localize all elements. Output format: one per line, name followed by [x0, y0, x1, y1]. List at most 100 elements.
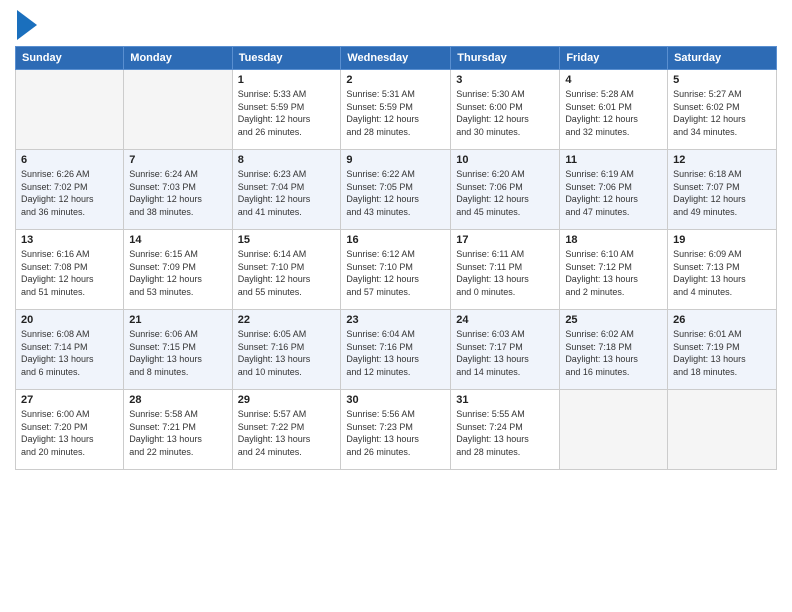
day-detail: Sunrise: 5:55 AM Sunset: 7:24 PM Dayligh…: [456, 408, 554, 458]
day-number: 31: [456, 394, 554, 406]
day-header-wednesday: Wednesday: [341, 47, 451, 70]
calendar-cell: 20 Sunrise: 6:08 AM Sunset: 7:14 PM Dayli…: [16, 310, 124, 390]
calendar-cell: 15Sunrise: 6:14 AM Sunset: 7:10 PM Dayli…: [232, 230, 341, 310]
calendar-cell: 30 Sunrise: 5:56 AM Sunset: 7:23 PM Dayli…: [341, 390, 451, 470]
day-detail: Sunrise: 6:06 AM Sunset: 7:15 PM Dayligh…: [129, 328, 226, 378]
day-number: 13: [21, 234, 118, 246]
day-detail: Sunrise: 5:33 AM Sunset: 5:59 PM Dayligh…: [238, 88, 336, 138]
page: SundayMondayTuesdayWednesdayThursdayFrid…: [0, 0, 792, 612]
day-detail: Sunrise: 6:14 AM Sunset: 7:10 PM Dayligh…: [238, 248, 336, 298]
day-number: 28: [129, 394, 226, 406]
day-detail: Sunrise: 6:16 AM Sunset: 7:08 PM Dayligh…: [21, 248, 118, 298]
day-number: 2: [346, 74, 445, 86]
calendar-cell: 23 Sunrise: 6:04 AM Sunset: 7:16 PM Dayli…: [341, 310, 451, 390]
day-header-monday: Monday: [124, 47, 232, 70]
week-row-2: 6 Sunrise: 6:26 AM Sunset: 7:02 PM Daylig…: [16, 150, 777, 230]
calendar-cell: 10 Sunrise: 6:20 AM Sunset: 7:06 PM Dayli…: [451, 150, 560, 230]
day-detail: Sunrise: 6:01 AM Sunset: 7:19 PM Dayligh…: [673, 328, 771, 378]
calendar-cell: 25Sunrise: 6:02 AM Sunset: 7:18 PM Dayli…: [560, 310, 668, 390]
calendar-cell: 22 Sunrise: 6:05 AM Sunset: 7:16 PM Dayli…: [232, 310, 341, 390]
calendar-cell: 5Sunrise: 5:27 AM Sunset: 6:02 PM Daylig…: [668, 70, 777, 150]
day-detail: Sunrise: 6:00 AM Sunset: 7:20 PM Dayligh…: [21, 408, 118, 458]
day-number: 20: [21, 314, 118, 326]
day-detail: Sunrise: 6:23 AM Sunset: 7:04 PM Dayligh…: [238, 168, 336, 218]
day-number: 6: [21, 154, 118, 166]
week-row-5: 27 Sunrise: 6:00 AM Sunset: 7:20 PM Dayli…: [16, 390, 777, 470]
day-detail: Sunrise: 5:31 AM Sunset: 5:59 PM Dayligh…: [346, 88, 445, 138]
day-detail: Sunrise: 6:09 AM Sunset: 7:13 PM Dayligh…: [673, 248, 771, 298]
calendar-cell: [124, 70, 232, 150]
day-header-friday: Friday: [560, 47, 668, 70]
day-number: 24: [456, 314, 554, 326]
week-row-3: 13 Sunrise: 6:16 AM Sunset: 7:08 PM Dayli…: [16, 230, 777, 310]
day-number: 10: [456, 154, 554, 166]
calendar-cell: 31 Sunrise: 5:55 AM Sunset: 7:24 PM Dayli…: [451, 390, 560, 470]
day-detail: Sunrise: 6:15 AM Sunset: 7:09 PM Dayligh…: [129, 248, 226, 298]
day-number: 27: [21, 394, 118, 406]
day-number: 16: [346, 234, 445, 246]
day-detail: Sunrise: 6:05 AM Sunset: 7:16 PM Dayligh…: [238, 328, 336, 378]
logo-icon: [17, 10, 37, 40]
calendar-cell: 26Sunrise: 6:01 AM Sunset: 7:19 PM Dayli…: [668, 310, 777, 390]
day-number: 14: [129, 234, 226, 246]
calendar-cell: [560, 390, 668, 470]
day-detail: Sunrise: 6:03 AM Sunset: 7:17 PM Dayligh…: [456, 328, 554, 378]
calendar-cell: 14 Sunrise: 6:15 AM Sunset: 7:09 PM Dayli…: [124, 230, 232, 310]
calendar-cell: 21 Sunrise: 6:06 AM Sunset: 7:15 PM Dayli…: [124, 310, 232, 390]
day-number: 23: [346, 314, 445, 326]
day-number: 22: [238, 314, 336, 326]
day-detail: Sunrise: 6:11 AM Sunset: 7:11 PM Dayligh…: [456, 248, 554, 298]
day-detail: Sunrise: 6:18 AM Sunset: 7:07 PM Dayligh…: [673, 168, 771, 218]
day-number: 3: [456, 74, 554, 86]
day-detail: Sunrise: 6:04 AM Sunset: 7:16 PM Dayligh…: [346, 328, 445, 378]
day-header-thursday: Thursday: [451, 47, 560, 70]
day-number: 21: [129, 314, 226, 326]
calendar-cell: 3 Sunrise: 5:30 AM Sunset: 6:00 PM Daylig…: [451, 70, 560, 150]
day-number: 29: [238, 394, 336, 406]
day-header-tuesday: Tuesday: [232, 47, 341, 70]
day-number: 18: [565, 234, 662, 246]
day-detail: Sunrise: 6:26 AM Sunset: 7:02 PM Dayligh…: [21, 168, 118, 218]
day-detail: Sunrise: 6:19 AM Sunset: 7:06 PM Dayligh…: [565, 168, 662, 218]
day-detail: Sunrise: 5:30 AM Sunset: 6:00 PM Dayligh…: [456, 88, 554, 138]
calendar-cell: 12 Sunrise: 6:18 AM Sunset: 7:07 PM Dayli…: [668, 150, 777, 230]
day-detail: Sunrise: 5:28 AM Sunset: 6:01 PM Dayligh…: [565, 88, 662, 138]
day-number: 7: [129, 154, 226, 166]
calendar-cell: 19 Sunrise: 6:09 AM Sunset: 7:13 PM Dayli…: [668, 230, 777, 310]
calendar-cell: 11Sunrise: 6:19 AM Sunset: 7:06 PM Dayli…: [560, 150, 668, 230]
calendar-cell: 24 Sunrise: 6:03 AM Sunset: 7:17 PM Dayli…: [451, 310, 560, 390]
day-number: 19: [673, 234, 771, 246]
calendar-cell: 17 Sunrise: 6:11 AM Sunset: 7:11 PM Dayli…: [451, 230, 560, 310]
logo: [15, 10, 37, 40]
day-number: 17: [456, 234, 554, 246]
day-number: 12: [673, 154, 771, 166]
calendar-cell: 13 Sunrise: 6:16 AM Sunset: 7:08 PM Dayli…: [16, 230, 124, 310]
day-detail: Sunrise: 6:22 AM Sunset: 7:05 PM Dayligh…: [346, 168, 445, 218]
calendar-cell: [668, 390, 777, 470]
week-row-4: 20 Sunrise: 6:08 AM Sunset: 7:14 PM Dayli…: [16, 310, 777, 390]
day-detail: Sunrise: 6:10 AM Sunset: 7:12 PM Dayligh…: [565, 248, 662, 298]
day-number: 4: [565, 74, 662, 86]
day-number: 1: [238, 74, 336, 86]
day-detail: Sunrise: 5:56 AM Sunset: 7:23 PM Dayligh…: [346, 408, 445, 458]
calendar-cell: 27 Sunrise: 6:00 AM Sunset: 7:20 PM Dayli…: [16, 390, 124, 470]
calendar-cell: 9 Sunrise: 6:22 AM Sunset: 7:05 PM Daylig…: [341, 150, 451, 230]
calendar-cell: 29Sunrise: 5:57 AM Sunset: 7:22 PM Dayli…: [232, 390, 341, 470]
day-detail: Sunrise: 6:24 AM Sunset: 7:03 PM Dayligh…: [129, 168, 226, 218]
day-detail: Sunrise: 5:58 AM Sunset: 7:21 PM Dayligh…: [129, 408, 226, 458]
day-detail: Sunrise: 6:08 AM Sunset: 7:14 PM Dayligh…: [21, 328, 118, 378]
day-detail: Sunrise: 6:12 AM Sunset: 7:10 PM Dayligh…: [346, 248, 445, 298]
calendar-cell: 18 Sunrise: 6:10 AM Sunset: 7:12 PM Dayli…: [560, 230, 668, 310]
calendar: SundayMondayTuesdayWednesdayThursdayFrid…: [15, 46, 777, 470]
day-number: 9: [346, 154, 445, 166]
calendar-cell: 28 Sunrise: 5:58 AM Sunset: 7:21 PM Dayli…: [124, 390, 232, 470]
calendar-cell: 8Sunrise: 6:23 AM Sunset: 7:04 PM Daylig…: [232, 150, 341, 230]
calendar-cell: 7 Sunrise: 6:24 AM Sunset: 7:03 PM Daylig…: [124, 150, 232, 230]
day-detail: Sunrise: 6:20 AM Sunset: 7:06 PM Dayligh…: [456, 168, 554, 218]
calendar-cell: 1 Sunrise: 5:33 AM Sunset: 5:59 PM Daylig…: [232, 70, 341, 150]
day-number: 30: [346, 394, 445, 406]
day-number: 25: [565, 314, 662, 326]
header: [15, 10, 777, 40]
calendar-cell: 2 Sunrise: 5:31 AM Sunset: 5:59 PM Daylig…: [341, 70, 451, 150]
week-row-1: 1 Sunrise: 5:33 AM Sunset: 5:59 PM Daylig…: [16, 70, 777, 150]
